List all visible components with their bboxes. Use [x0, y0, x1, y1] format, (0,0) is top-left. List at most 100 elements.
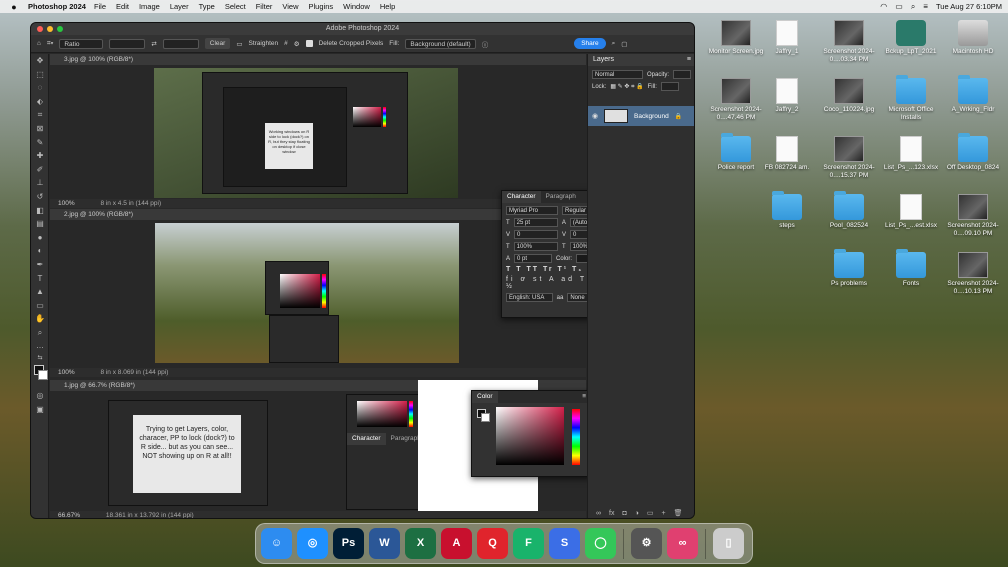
- layer-background[interactable]: ◉ Background 🔒: [588, 106, 694, 126]
- desktop-icon[interactable]: List_Ps_...123.xlsx: [880, 136, 942, 172]
- fill-select[interactable]: Background (default): [405, 38, 476, 49]
- tab-character[interactable]: Character: [502, 191, 541, 203]
- home-icon[interactable]: ⌂: [37, 40, 41, 47]
- doc-2-size[interactable]: 8 in x 8.069 in (144 ppi): [100, 369, 168, 376]
- frame-tool-icon[interactable]: ⊠: [31, 122, 49, 136]
- color-panel-header[interactable]: Color ≡: [472, 391, 590, 403]
- desktop-icon[interactable]: Pool_082524: [818, 191, 880, 230]
- overlay-grid-icon[interactable]: #: [284, 40, 288, 47]
- doc-3-canvas[interactable]: Working windows on R side to lock (dock?…: [154, 68, 458, 198]
- desktop-icon[interactable]: Screenshot 2024-0....10.13 PM: [942, 252, 1004, 296]
- desktop-icon[interactable]: Jaffry_2: [756, 78, 818, 114]
- menu-file[interactable]: File: [94, 2, 106, 11]
- font-size-field[interactable]: 25 pt: [513, 218, 558, 227]
- desktop-icon[interactable]: Coco_110224.jpg: [818, 78, 880, 114]
- blend-mode-select[interactable]: Normal: [592, 70, 643, 79]
- photoshop-app-icon[interactable]: Ps: [333, 528, 364, 559]
- desktop-icon[interactable]: Microsoft Office Installs: [880, 75, 942, 122]
- dodge-tool-icon[interactable]: ◐: [31, 244, 49, 258]
- pen-tool-icon[interactable]: ✒: [31, 258, 49, 272]
- menu-layer[interactable]: Layer: [170, 2, 189, 11]
- menu-help[interactable]: Help: [380, 2, 395, 11]
- safari-app-icon[interactable]: ◎: [297, 528, 328, 559]
- doc-3-zoom[interactable]: 100%: [58, 200, 75, 207]
- desktop-icon[interactable]: Screenshot 2024-0....03.34 PM: [818, 20, 880, 64]
- doc-2-zoom[interactable]: 100%: [58, 369, 75, 376]
- swap-colors-icon[interactable]: ⇆: [31, 353, 49, 363]
- marquee-tool-icon[interactable]: ⬚: [31, 68, 49, 82]
- menu-plugins[interactable]: Plugins: [309, 2, 334, 11]
- more-tools-icon[interactable]: …: [31, 339, 49, 353]
- wifi-icon[interactable]: ◠: [880, 2, 887, 11]
- gradient-tool-icon[interactable]: ▤: [31, 217, 49, 231]
- quick-mask-icon[interactable]: ◎: [31, 389, 49, 403]
- straighten-icon[interactable]: ▭: [236, 40, 242, 48]
- window-title-bar[interactable]: Adobe Photoshop 2024: [31, 23, 694, 35]
- link-icon[interactable]: ∞: [596, 510, 601, 517]
- desktop-icon[interactable]: Jaffry_1: [756, 20, 818, 56]
- spotlight-icon[interactable]: ⌕: [911, 2, 915, 12]
- tab-color[interactable]: Color: [472, 391, 498, 403]
- battery-icon[interactable]: ▭: [895, 2, 903, 11]
- desktop-icon[interactable]: Macintosh HD: [942, 20, 1004, 56]
- layer-name[interactable]: Background: [634, 113, 669, 120]
- finder-app-icon[interactable]: ☺: [261, 528, 292, 559]
- brush-tool-icon[interactable]: ✐: [31, 163, 49, 177]
- desktop-icon[interactable]: Off Desktop_0824: [942, 133, 1004, 172]
- font-family-select[interactable]: Myriad Pro: [506, 206, 558, 215]
- clear-button[interactable]: Clear: [204, 38, 231, 49]
- eraser-tool-icon[interactable]: ◧: [31, 204, 49, 218]
- straighten-label[interactable]: Straighten: [248, 40, 278, 47]
- desktop-icon[interactable]: Screenshot 2024-0....15.37 PM: [818, 136, 880, 180]
- desktop-icon[interactable]: steps: [756, 191, 818, 230]
- new-layer-icon[interactable]: +: [662, 510, 666, 517]
- zoom-tool-icon[interactable]: ⌕: [31, 326, 49, 340]
- trash-app-icon[interactable]: ▯: [713, 528, 744, 559]
- eyedropper-tool-icon[interactable]: ✎: [31, 136, 49, 150]
- menu-window[interactable]: Window: [343, 2, 370, 11]
- doc-2-canvas[interactable]: [155, 223, 459, 363]
- ratio-height-input[interactable]: [162, 38, 199, 49]
- delete-cropped-checkbox[interactable]: [305, 40, 313, 47]
- desktop-icon[interactable]: Fonts: [880, 249, 942, 288]
- desktop-icon[interactable]: A_Wrking_Fldr: [942, 75, 1004, 114]
- baseline-field[interactable]: 0 pt: [514, 254, 552, 263]
- move-tool-icon[interactable]: ✥: [31, 54, 49, 68]
- crop-tool-icon[interactable]: ⌗: [31, 108, 49, 122]
- ratio-select[interactable]: Ratio: [59, 38, 104, 49]
- adjustment-icon[interactable]: ◑: [635, 510, 639, 517]
- info-icon[interactable]: ⓘ: [482, 39, 489, 49]
- close-window-button[interactable]: [37, 26, 43, 32]
- excel-app-icon[interactable]: X: [405, 528, 436, 559]
- messages-app-icon[interactable]: ◯: [585, 528, 616, 559]
- settings-gear-icon[interactable]: ⚙: [294, 40, 300, 48]
- opacity-field[interactable]: [673, 70, 691, 79]
- settings-app-icon[interactable]: ⚙: [631, 528, 662, 559]
- ratio-width-input[interactable]: [109, 38, 146, 49]
- desktop-icon[interactable]: Screenshot 2024-0....09.10 PM: [942, 194, 1004, 238]
- doc-tab-3[interactable]: 3.jpg @ 100% (RGB/8*): [50, 54, 586, 65]
- healing-tool-icon[interactable]: ✚: [31, 149, 49, 163]
- doc-1-canvas[interactable]: Trying to get Layers, color, characer, P…: [108, 400, 268, 506]
- doc-1-zoom[interactable]: 66.67%: [58, 512, 80, 518]
- path-select-icon[interactable]: ▲: [31, 285, 49, 299]
- lock-icons[interactable]: ▦ ✎ ✥ ⌗ 🔒: [610, 83, 643, 91]
- background-color-swatch[interactable]: [38, 370, 48, 381]
- doc-1-size[interactable]: 18.361 in x 13.792 in (144 ppi): [106, 512, 194, 518]
- acrobat-reader-app-icon[interactable]: Q: [477, 528, 508, 559]
- control-center-icon[interactable]: ≡: [923, 2, 928, 11]
- tab-paragraph[interactable]: Paragraph: [541, 191, 581, 203]
- layers-menu-icon[interactable]: ≡: [687, 54, 694, 66]
- group-icon[interactable]: ▭: [647, 509, 654, 517]
- feather-app-icon[interactable]: F: [513, 528, 544, 559]
- menu-image[interactable]: Image: [139, 2, 160, 11]
- share-button[interactable]: Share: [574, 38, 606, 49]
- fx-icon[interactable]: fx: [609, 510, 614, 517]
- type-tool-icon[interactable]: T: [31, 272, 49, 286]
- workspace-icon[interactable]: ▢: [621, 40, 627, 48]
- delete-layer-icon[interactable]: 🗑: [674, 509, 683, 517]
- minimize-window-button[interactable]: [47, 26, 53, 32]
- mask-icon[interactable]: ◘: [622, 510, 626, 517]
- layers-tab[interactable]: Layers: [593, 56, 614, 63]
- doc-3-size[interactable]: 8 in x 4.5 in (144 ppi): [100, 200, 161, 207]
